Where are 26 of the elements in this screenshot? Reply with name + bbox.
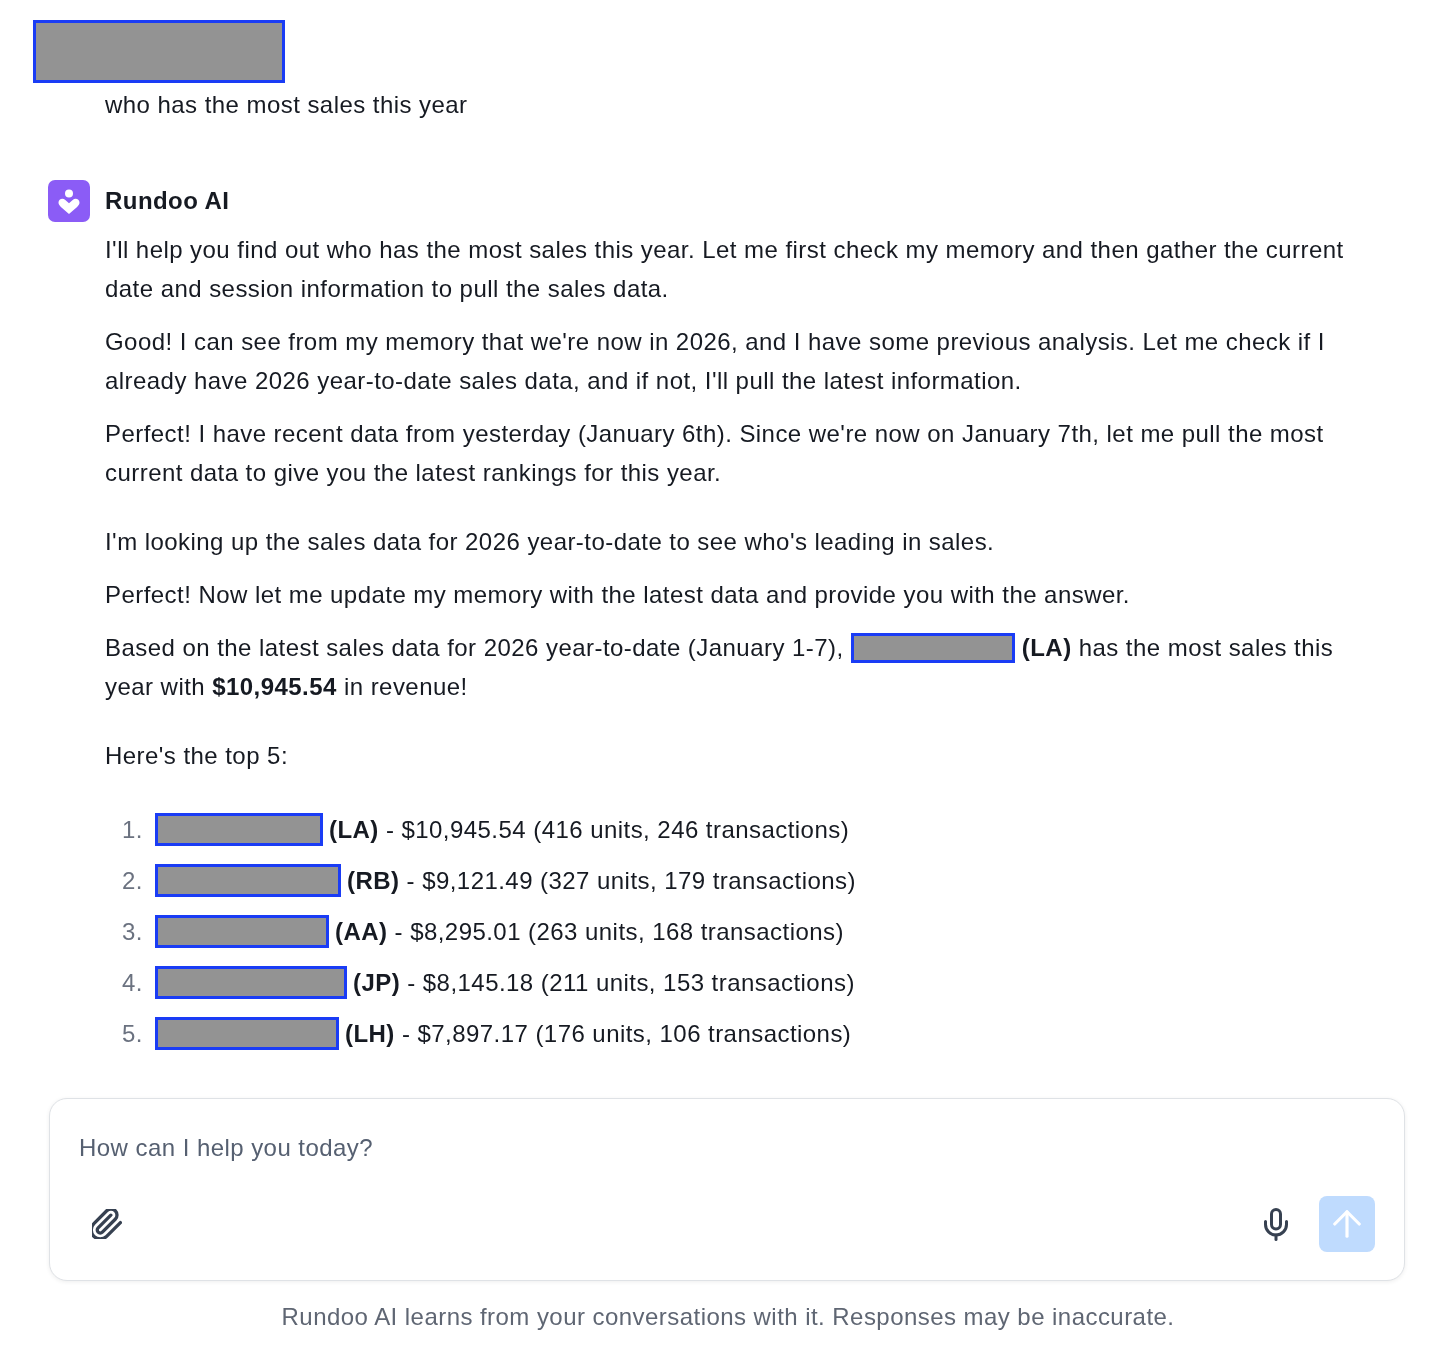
microphone-icon — [1263, 1207, 1289, 1241]
ranking-text: (RB) - $9,121.49 (327 units, 179 transactions) — [347, 866, 856, 896]
list-number: 4. — [122, 968, 144, 998]
list-number: 1. — [122, 815, 144, 845]
message-text: Here's the top 5: — [105, 742, 288, 769]
message-input[interactable]: How can I help you today? — [79, 1131, 1375, 1165]
disclaimer-text: Rundoo AI learns from your conversations with it. Responses may be inaccurate. — [281, 1302, 1175, 1332]
ranking-text: (AA) - $8,295.01 (263 units, 168 transactions) — [335, 917, 844, 947]
message-text: year with $10,945.54 in revenue! — [105, 673, 468, 700]
ranking-text: (JP) - $8,145.18 (211 units, 153 transactions) — [353, 968, 855, 998]
user-message-text: who has the most sales this year — [105, 90, 468, 120]
list-number: 3. — [122, 917, 144, 947]
assistant-name: Rundoo AI — [105, 187, 230, 215]
message-text: I'll help you find out who has the most sales this year. Let me first check my memory and then gather the current date and session information to pull the sales data. — [105, 236, 1344, 302]
message-text: Perfect! Now let me update my memory with the latest data and provide you with the answer. — [105, 581, 1130, 608]
paperclip-icon — [92, 1209, 122, 1239]
assistant-logo-icon — [48, 180, 90, 222]
message-text: (LA) has the most sales this — [1021, 634, 1334, 661]
ranking-text: (LA) - $10,945.54 (416 units, 246 transactions) — [329, 815, 850, 845]
message-text: Based on the latest sales data for 2026 year-to-date (January 1-7), — [105, 634, 844, 661]
list-number: 2. — [122, 866, 144, 896]
list-number: 5. — [122, 1019, 144, 1049]
ranking-text: (LH) - $7,897.17 (176 units, 106 transactions) — [345, 1019, 852, 1049]
message-text: Perfect! I have recent data from yesterday (January 6th). Since we're now on January 7th, let me pull the most current data to give you the latest rankings for this year. — [105, 420, 1324, 486]
message-text: I'm looking up the sales data for 2026 year-to-date to see who's leading in sales. — [105, 528, 995, 555]
message-text: Good! I can see from my memory that we're now in 2026, and I have some previous analysis. Let me check if I already have 2026 year-to-date sales data, and if not, I'll pull the latest information. — [105, 328, 1325, 394]
